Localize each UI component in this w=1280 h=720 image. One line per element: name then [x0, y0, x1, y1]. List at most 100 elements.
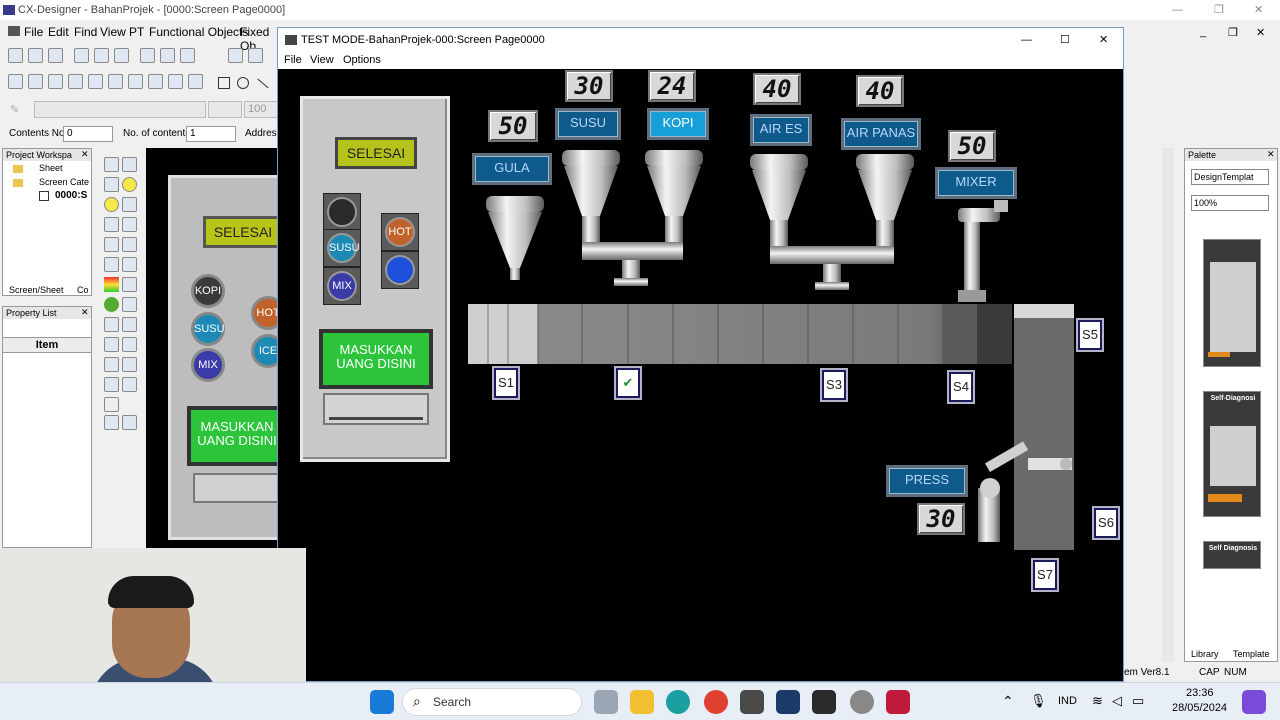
ungroup-icon[interactable]	[88, 74, 103, 89]
numeral-display-icon[interactable]	[104, 217, 119, 232]
menu-view[interactable]: View	[100, 25, 126, 39]
tree-item-screen-0000[interactable]: 0000:S	[55, 190, 87, 201]
grid-object-icon[interactable]	[122, 415, 137, 430]
template-thumbnail-1[interactable]	[1203, 239, 1261, 367]
save-all-icon[interactable]	[48, 48, 63, 63]
open-icon[interactable]	[28, 48, 43, 63]
chevron-up-icon[interactable]: ⌃	[1002, 693, 1014, 710]
cut-icon[interactable]	[228, 48, 243, 63]
palette-dropdown[interactable]: DesignTemplat	[1191, 169, 1269, 185]
word-lamp-icon[interactable]	[104, 197, 119, 212]
tree-item-screen-category[interactable]: Screen Cate	[39, 177, 89, 187]
close-icon[interactable]: ✕	[1254, 0, 1263, 20]
test-icon[interactable]	[188, 74, 203, 89]
chrome-icon[interactable]	[704, 690, 728, 714]
no-of-contents-input[interactable]: 1	[186, 126, 236, 142]
microphone-icon[interactable]: 🎙	[1030, 693, 1047, 709]
video-icon[interactable]	[104, 377, 119, 392]
size-select[interactable]	[208, 101, 242, 118]
select-icon[interactable]	[168, 74, 183, 89]
table-icon[interactable]	[48, 74, 63, 89]
wifi-icon[interactable]: ≋	[1092, 693, 1103, 709]
mdi-minimize-icon[interactable]: _	[1200, 26, 1206, 38]
front-icon[interactable]	[108, 74, 123, 89]
minimize-icon[interactable]: —	[1172, 0, 1183, 20]
edge-icon[interactable]	[666, 690, 690, 714]
panel-close-icon[interactable]: ✕	[1267, 149, 1275, 160]
panel-close-icon[interactable]: ✕	[81, 149, 89, 160]
template-thumbnail-2[interactable]: Self-Diagnosi	[1203, 391, 1261, 517]
start-icon[interactable]	[370, 690, 394, 714]
rectangle-tool-icon[interactable]	[218, 77, 230, 89]
file-explorer-icon[interactable]	[630, 690, 654, 714]
graph-icon[interactable]	[122, 377, 137, 392]
clock-time[interactable]: 23:36	[1186, 687, 1214, 699]
print-icon[interactable]	[180, 48, 195, 63]
battery-icon[interactable]: ▭	[1132, 693, 1144, 709]
tab-common[interactable]: Co	[77, 285, 89, 295]
pushbutton-object-icon[interactable]	[104, 157, 119, 172]
date-icon[interactable]	[122, 317, 137, 332]
time-display-icon[interactable]	[104, 337, 119, 352]
table-object-icon[interactable]	[104, 357, 119, 372]
press-label[interactable]: PRESS	[886, 465, 968, 497]
image-icon[interactable]	[122, 257, 137, 272]
menu-edit[interactable]: Edit	[48, 25, 69, 39]
word-button-icon[interactable]	[122, 157, 137, 172]
app-icon[interactable]	[812, 690, 836, 714]
analog-meter-icon[interactable]	[104, 297, 119, 312]
task-view-icon[interactable]	[594, 690, 618, 714]
group-icon[interactable]	[68, 74, 83, 89]
clock-date[interactable]: 28/05/2024	[1172, 702, 1227, 714]
transfer-icon[interactable]	[160, 48, 175, 63]
alarm-icon[interactable]	[104, 257, 119, 272]
layer-icon[interactable]	[148, 74, 163, 89]
restore-icon[interactable]: ❐	[1214, 0, 1224, 20]
copy-icon[interactable]	[248, 48, 263, 63]
vertical-scrollbar[interactable]	[1162, 148, 1174, 662]
palette-tab-template[interactable]: Template	[1233, 649, 1270, 659]
mf-icon[interactable]	[122, 197, 137, 212]
string-display-icon[interactable]	[122, 217, 137, 232]
data-block-icon[interactable]	[122, 337, 137, 352]
frame-icon[interactable]	[104, 415, 119, 430]
tree-item-sheet[interactable]: Sheet	[39, 163, 63, 173]
template-thumbnail-3[interactable]: Self Diagnosis	[1203, 541, 1261, 569]
mdi-close-icon[interactable]: ✕	[1256, 26, 1265, 39]
app-icon[interactable]	[850, 690, 874, 714]
menu-pt[interactable]: PT	[129, 25, 144, 39]
circle-tool-icon[interactable]	[237, 77, 249, 89]
menu-file[interactable]: File	[24, 25, 43, 39]
mdi-restore-icon[interactable]: ❐	[1228, 26, 1238, 39]
panel-close-icon[interactable]: ✕	[81, 307, 89, 318]
search-box[interactable]: ⌕ Search	[402, 688, 582, 716]
tool-icon[interactable]	[8, 48, 23, 63]
contents-no-input[interactable]: 0	[63, 126, 113, 142]
language-indicator[interactable]: IND	[1058, 695, 1077, 707]
time-icon[interactable]	[104, 317, 119, 332]
broken-line-icon[interactable]	[122, 297, 137, 312]
app-icon[interactable]	[740, 690, 764, 714]
menu-find[interactable]: Find	[74, 25, 97, 39]
level-meter-icon[interactable]	[104, 277, 119, 292]
open-file-icon[interactable]	[94, 48, 109, 63]
save-icon[interactable]	[114, 48, 129, 63]
line-tool-icon[interactable]	[257, 78, 269, 89]
palette-zoom[interactable]: 100%	[1191, 195, 1269, 211]
bit-lamp-icon[interactable]	[122, 177, 137, 192]
tab-screen-sheet[interactable]: Screen/Sheet	[9, 285, 64, 295]
bar-graph-icon[interactable]	[122, 357, 137, 372]
thumbwheel-icon[interactable]	[104, 237, 119, 252]
menu-functional-objects[interactable]: Functional Objects	[149, 25, 248, 39]
align-icon[interactable]	[8, 74, 23, 89]
back-icon[interactable]	[128, 74, 143, 89]
list-icon[interactable]	[122, 237, 137, 252]
trend-graph-icon[interactable]	[122, 277, 137, 292]
copilot-icon[interactable]	[1242, 690, 1266, 714]
cxd-icon[interactable]	[776, 690, 800, 714]
multi-button-icon[interactable]	[104, 177, 119, 192]
edit-icon[interactable]	[140, 48, 155, 63]
app-icon[interactable]	[886, 690, 910, 714]
new-icon[interactable]	[74, 48, 89, 63]
volume-icon[interactable]: ◁	[1112, 693, 1122, 709]
